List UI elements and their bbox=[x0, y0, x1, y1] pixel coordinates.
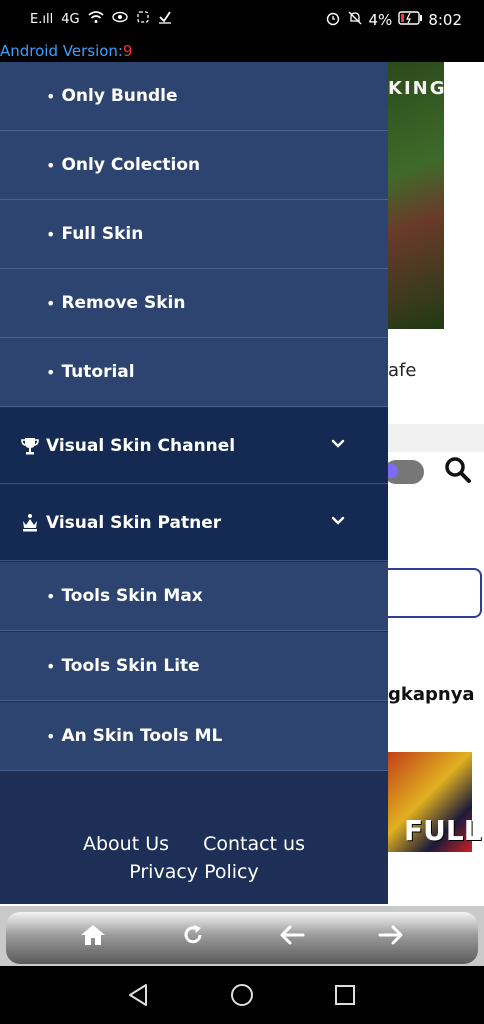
menu-item-label: Tutorial bbox=[61, 362, 135, 382]
menu-item-remove-skin[interactable]: • Remove Skin bbox=[0, 269, 388, 338]
banner-margin bbox=[444, 62, 484, 329]
mute-bell-icon bbox=[347, 10, 363, 30]
chevron-down-icon[interactable] bbox=[330, 513, 346, 529]
search-icon[interactable] bbox=[444, 456, 472, 484]
drawer-spacer bbox=[0, 773, 388, 816]
bullet-icon: • bbox=[46, 224, 56, 244]
sync-icon bbox=[136, 10, 150, 28]
menu-item-tools-skin-lite[interactable]: • Tools Skin Lite bbox=[0, 632, 388, 701]
nav-recents-icon[interactable] bbox=[332, 982, 358, 1008]
article-title-fragment[interactable]: afe bbox=[388, 360, 416, 381]
signal-e-icon: E.ıll bbox=[30, 11, 54, 27]
menu-item-label: Only Bundle bbox=[61, 86, 178, 106]
eye-icon bbox=[111, 11, 128, 27]
android-version-bar: Android Version:9 bbox=[0, 40, 484, 62]
menu-item-label: Remove Skin bbox=[61, 293, 186, 313]
browser-toolbar bbox=[0, 906, 484, 966]
menu-item-label: An Skin Tools ML bbox=[61, 726, 223, 746]
menu-item-label: Tools Skin Lite bbox=[61, 656, 200, 676]
menu-item-tutorial[interactable]: • Tutorial bbox=[0, 338, 388, 407]
section-divider bbox=[388, 424, 484, 452]
menu-item-label: Full Skin bbox=[61, 224, 144, 244]
bullet-icon: • bbox=[46, 586, 56, 606]
back-arrow-icon[interactable] bbox=[277, 920, 307, 950]
drawer-footer: About Us Contact us Privacy Policy bbox=[0, 815, 388, 904]
menu-item-label: Tools Skin Max bbox=[61, 586, 203, 606]
footer-links-row: About Us Contact us bbox=[0, 833, 388, 855]
check-icon bbox=[158, 10, 172, 28]
chevron-down-icon[interactable] bbox=[330, 436, 346, 452]
menu-item-label: Only Colection bbox=[61, 155, 201, 175]
bullet-icon: • bbox=[46, 86, 56, 106]
contact-us-link[interactable]: Contact us bbox=[203, 833, 305, 855]
about-us-link[interactable]: About Us bbox=[83, 833, 169, 855]
bullet-icon: • bbox=[46, 293, 56, 313]
clock-time: 8:02 bbox=[428, 11, 462, 29]
search-input[interactable] bbox=[388, 568, 482, 618]
battery-icon bbox=[398, 11, 423, 29]
android-version-label: Android Version: bbox=[0, 42, 123, 60]
banner-image[interactable] bbox=[388, 62, 444, 329]
bullet-icon: • bbox=[46, 726, 56, 746]
thumbnail-text: FULL bbox=[404, 814, 482, 847]
post-title-fragment[interactable]: gkapnya bbox=[388, 684, 475, 705]
reload-icon[interactable] bbox=[178, 920, 208, 950]
home-icon[interactable] bbox=[78, 920, 108, 950]
menu-item-full-skin[interactable]: • Full Skin bbox=[0, 200, 388, 269]
nav-back-icon[interactable] bbox=[126, 982, 152, 1008]
signal-4g-icon: 4G bbox=[61, 11, 80, 27]
status-left-icons: E.ıll 4G bbox=[30, 10, 172, 28]
bullet-icon: • bbox=[46, 155, 56, 175]
bullet-icon: • bbox=[46, 656, 56, 676]
system-navigation-bar bbox=[0, 966, 484, 1024]
menu-section-visual-skin-patner[interactable]: Visual Skin Patner bbox=[0, 485, 388, 561]
menu-item-an-skin-tools-ml[interactable]: • An Skin Tools ML bbox=[0, 702, 388, 771]
battery-percent: 4% bbox=[368, 11, 393, 29]
crown-icon bbox=[20, 513, 40, 533]
privacy-policy-link[interactable]: Privacy Policy bbox=[129, 861, 258, 883]
trophy-icon bbox=[20, 436, 40, 456]
menu-item-only-colection[interactable]: • Only Colection bbox=[0, 131, 388, 200]
alarm-icon bbox=[325, 10, 341, 30]
menu-section-visual-skin-channel[interactable]: Visual Skin Channel bbox=[0, 408, 388, 484]
section-label: Visual Skin Channel bbox=[46, 435, 236, 456]
menu-item-tools-skin-max[interactable]: • Tools Skin Max bbox=[0, 562, 388, 631]
menu-item-only-bundle[interactable]: • Only Bundle bbox=[0, 62, 388, 131]
toolbar-pill bbox=[6, 912, 478, 964]
section-label: Visual Skin Patner bbox=[46, 512, 222, 533]
forward-arrow-icon[interactable] bbox=[376, 920, 406, 950]
bullet-icon: • bbox=[46, 362, 56, 382]
android-version-value: 9 bbox=[122, 42, 133, 60]
status-bar: E.ıll 4G 4% 8:02 bbox=[0, 0, 484, 40]
nav-home-icon[interactable] bbox=[229, 982, 255, 1008]
navigation-drawer: • Only Bundle • Only Colection • Full Sk… bbox=[0, 62, 388, 904]
footer-links-row-2: Privacy Policy bbox=[0, 861, 388, 883]
wifi-icon bbox=[88, 10, 104, 28]
banner-text: KING bbox=[388, 78, 447, 99]
status-right-icons: 4% 8:02 bbox=[325, 10, 462, 30]
